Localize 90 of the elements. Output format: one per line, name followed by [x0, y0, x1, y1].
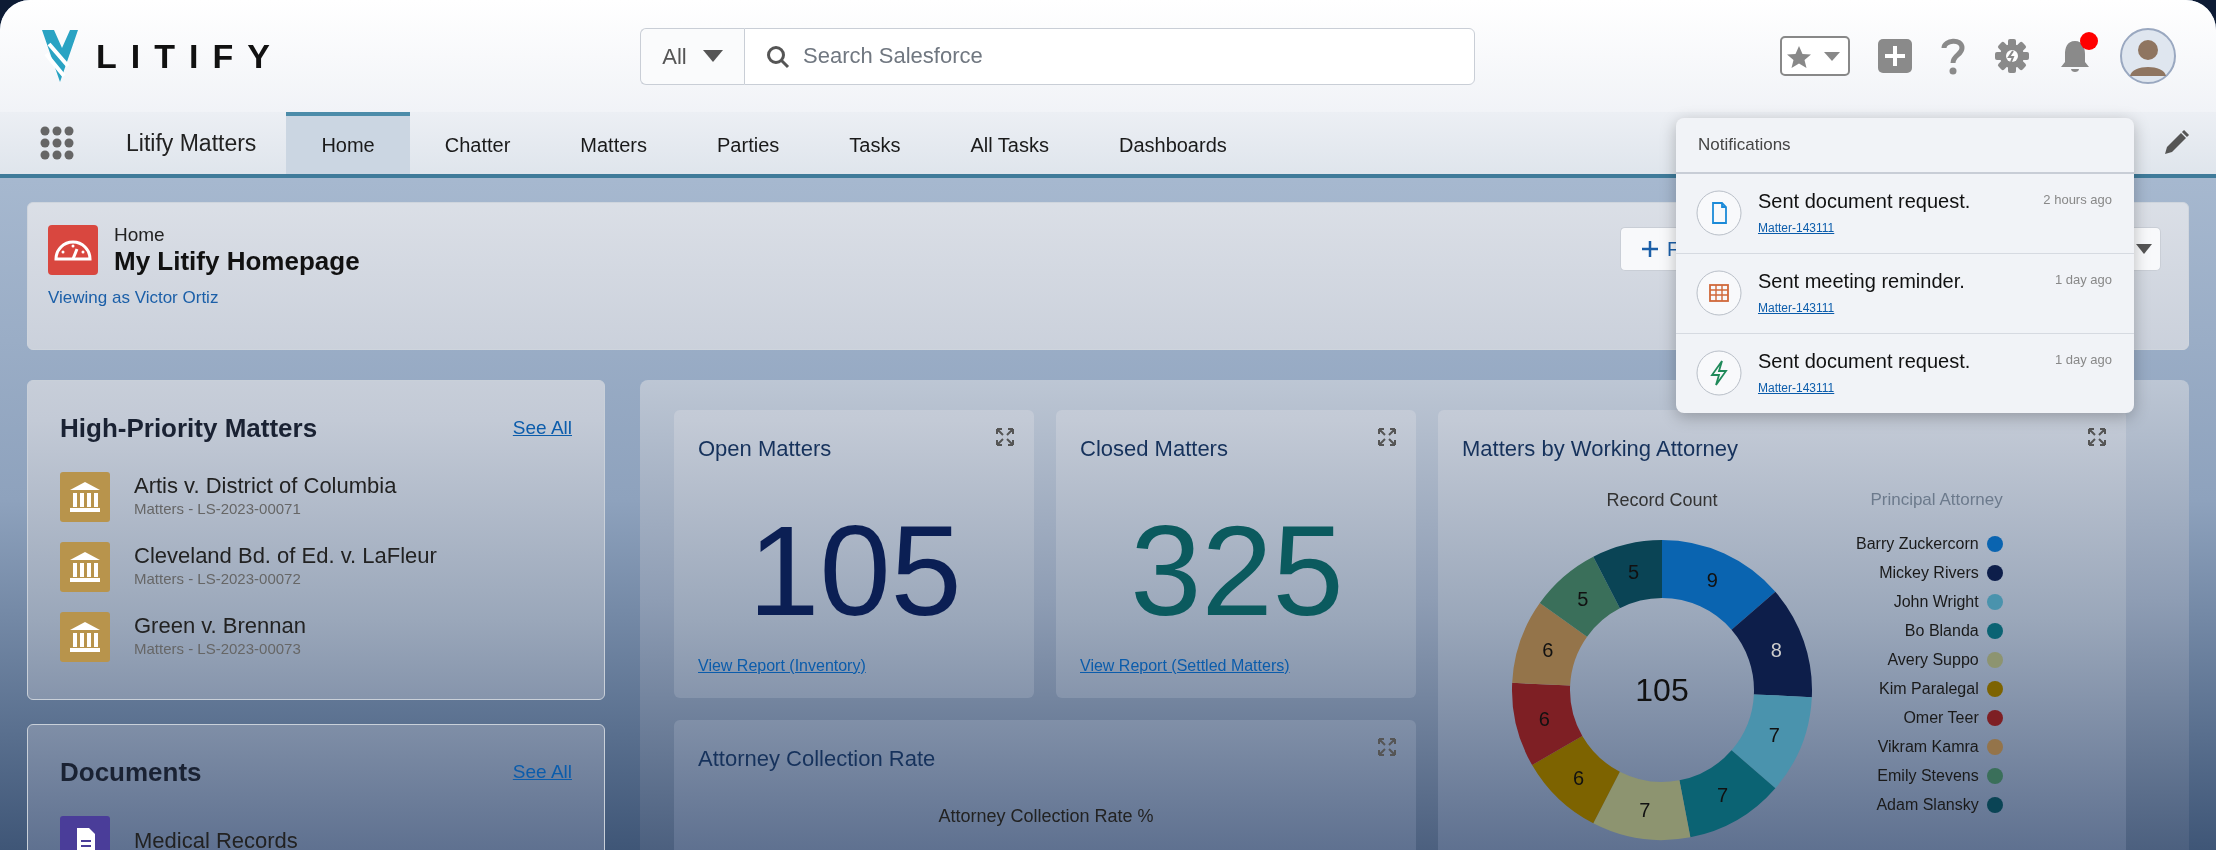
notification-item[interactable]: Sent meeting reminder. Matter-143111 1 day ago [1676, 253, 2134, 334]
caret-icon [2135, 244, 2152, 254]
matter-link[interactable]: Matter-143111 [1758, 220, 1835, 235]
slice-label: 8 [1770, 639, 1782, 662]
notification-text: Sent meeting reminder. [1758, 269, 1965, 292]
menu-title: Notifications [1676, 118, 2134, 174]
legend-label: Adam Slansky [1876, 794, 1979, 815]
matter-link[interactable]: Green v. Brennan [134, 613, 307, 638]
caret-icon [1824, 51, 1840, 61]
document-icon [1696, 189, 1742, 236]
bank-icon [60, 542, 110, 592]
nav-tab[interactable]: Parties [682, 112, 815, 174]
expand-icon[interactable] [1378, 738, 1396, 756]
edit-icon[interactable] [2162, 129, 2190, 157]
legend-label: John Wright [1893, 591, 1979, 612]
matter-link[interactable]: Cleveland Bd. of Ed. v. LaFleur [134, 543, 437, 568]
slice-label: 6 [1572, 766, 1585, 789]
card-title: Documents [60, 756, 202, 789]
help-icon[interactable] [1940, 37, 1966, 75]
slice-label: 7 [1716, 783, 1729, 806]
app-name: Litify Matters [126, 128, 257, 158]
avatar-icon[interactable] [2120, 28, 2176, 84]
slice-label: 5 [1577, 587, 1589, 610]
card-title: Attorney Collection Rate [698, 745, 936, 773]
expand-icon[interactable] [1378, 428, 1396, 446]
expand-icon[interactable] [996, 428, 1014, 446]
viewing-as-text: Viewing as Victor Ortiz [48, 287, 219, 310]
legend-label: Mickey Rivers [1879, 562, 1979, 583]
legend-label: Avery Suppo [1887, 649, 1979, 670]
legend-label: Barry Zuckercorn [1856, 533, 1979, 554]
notification-item[interactable]: Sent document request. Matter-143111 2 hours ago [1676, 173, 2134, 254]
slice-label: 7 [1768, 724, 1780, 746]
notification-text: Sent document request. [1758, 189, 1971, 212]
notification-time: 2 hours ago [2043, 190, 2112, 209]
plus-icon [1641, 240, 1659, 258]
nav-tab[interactable]: All Tasks [935, 112, 1084, 174]
search-field[interactable]: Search Salesforce [744, 27, 1475, 85]
lightning-icon [1696, 349, 1742, 396]
slice-label: 9 [1706, 568, 1718, 591]
legend-label: Omer Teer [1903, 707, 1979, 728]
legend-label: Vikram Kamra [1877, 736, 1979, 757]
page-title: My Litify Homepage [114, 245, 360, 278]
slice-label: 6 [1538, 707, 1550, 730]
notification-time: 1 day ago [2054, 350, 2112, 369]
calendar-icon [1696, 269, 1742, 316]
nav-tab[interactable]: Matters [545, 112, 682, 174]
card-title: Open Matters [698, 435, 832, 463]
metric-value: 325 [1129, 507, 1345, 635]
card-title: Matters by Working Attorney [1462, 435, 1738, 463]
see-all-link[interactable]: See All [512, 414, 572, 443]
matter-subtitle: Matters - LS-2023-00072 [134, 568, 302, 589]
nav-tab[interactable]: Chatter [409, 112, 546, 174]
settings-icon[interactable] [1994, 38, 2030, 74]
logo-text: LITIFY [96, 35, 284, 77]
expand-icon[interactable] [2088, 428, 2106, 446]
metric-value: 105 [747, 507, 963, 635]
legend-label: Bo Blanda [1904, 620, 1979, 641]
chart-title: Attorney Collection Rate % [938, 805, 1154, 828]
notification-time: 1 day ago [2054, 270, 2112, 289]
nav-tab[interactable]: Tasks [814, 112, 936, 174]
matter-link[interactable]: Matter-143111 [1758, 380, 1835, 395]
bank-icon [60, 472, 110, 522]
matter-link[interactable]: Artis v. District of Columbia [134, 473, 397, 498]
total-label: 105 [1635, 672, 1689, 708]
favorites-button[interactable] [1780, 36, 1850, 76]
app-launcher-icon[interactable] [40, 126, 74, 160]
matter-subtitle: Matters - LS-2023-00071 [134, 498, 302, 519]
legend-title: Principal Attorney [1870, 489, 2003, 511]
notification-bell-icon[interactable] [2058, 38, 2092, 74]
caret-icon [702, 50, 723, 62]
matter-link[interactable]: Matter-143111 [1758, 300, 1835, 315]
page-object-label: Home [114, 225, 166, 246]
slice-label: 7 [1639, 798, 1651, 821]
nav-tab[interactable]: Dashboards [1083, 112, 1262, 174]
legend-label: Kim Paralegal [1879, 678, 1979, 699]
matter-subtitle: Matters - LS-2023-00073 [134, 638, 302, 659]
notification-text: Sent document request. [1758, 349, 1971, 372]
slice-label: 5 [1627, 561, 1640, 584]
chart-title: Record Count [1606, 489, 1718, 512]
add-icon[interactable] [1878, 39, 1912, 73]
gauge-icon [48, 225, 98, 275]
bank-icon [60, 612, 110, 662]
card-title: Closed Matters [1080, 435, 1228, 463]
scope-dropdown[interactable]: All [640, 27, 744, 85]
slice-label: 6 [1542, 639, 1554, 662]
card-title: High-Priority Matters [60, 412, 318, 445]
nav-tab[interactable]: Home [286, 112, 410, 174]
search-icon [766, 44, 790, 69]
notification-item[interactable]: Sent document request. Matter-143111 1 day ago [1676, 333, 2134, 413]
legend-label: Emily Stevens [1877, 765, 1979, 786]
